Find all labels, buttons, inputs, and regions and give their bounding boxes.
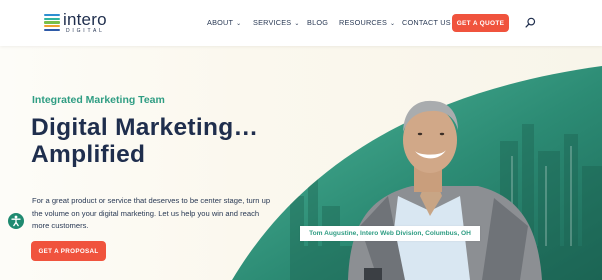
nav-services-label: SERVICES bbox=[253, 18, 292, 27]
hero-description: For a great product or service that dese… bbox=[32, 196, 271, 231]
nav-contact[interactable]: CONTACT US bbox=[402, 18, 451, 27]
nav-contact-label: CONTACT US bbox=[402, 18, 451, 27]
logo-mark-icon bbox=[44, 14, 60, 32]
nav-about-label: ABOUT bbox=[207, 18, 234, 27]
logo[interactable]: intero DIGITAL bbox=[44, 10, 114, 35]
nav-resources-label: RESOURCES bbox=[339, 18, 388, 27]
get-a-proposal-button[interactable]: GET A PROPOSAL bbox=[31, 241, 106, 261]
nav-resources[interactable]: RESOURCES ⌄ bbox=[339, 18, 395, 27]
photo-caption: Tom Augustine, Intero Web Division, Colu… bbox=[300, 226, 480, 241]
logo-subtext: DIGITAL bbox=[66, 28, 105, 34]
hero-headline: Digital Marketing… Amplified bbox=[31, 114, 258, 168]
hero-eyebrow: Integrated Marketing Team bbox=[32, 94, 165, 106]
nav-blog[interactable]: BLOG bbox=[307, 18, 328, 27]
accessibility-icon bbox=[11, 215, 21, 227]
chevron-down-icon: ⌄ bbox=[236, 21, 242, 27]
search-icon[interactable] bbox=[525, 17, 536, 28]
nav-about[interactable]: ABOUT ⌄ bbox=[207, 18, 241, 27]
nav-blog-label: BLOG bbox=[307, 18, 329, 27]
logo-wordmark: intero bbox=[63, 10, 107, 29]
hero-headline-line1: Digital Marketing… bbox=[31, 114, 259, 141]
chevron-down-icon: ⌄ bbox=[390, 21, 396, 27]
get-a-quote-button[interactable]: GET A QUOTE bbox=[452, 14, 509, 32]
hero-section: Integrated Marketing Team Digital Market… bbox=[0, 46, 602, 280]
hero-headline-line2: Amplified bbox=[31, 141, 146, 168]
accessibility-button[interactable] bbox=[8, 213, 24, 229]
nav-services[interactable]: SERVICES ⌄ bbox=[253, 18, 300, 27]
site-header: intero DIGITAL ABOUT ⌄ SERVICES ⌄ BLOG RES… bbox=[0, 0, 602, 46]
chevron-down-icon: ⌄ bbox=[294, 21, 300, 27]
